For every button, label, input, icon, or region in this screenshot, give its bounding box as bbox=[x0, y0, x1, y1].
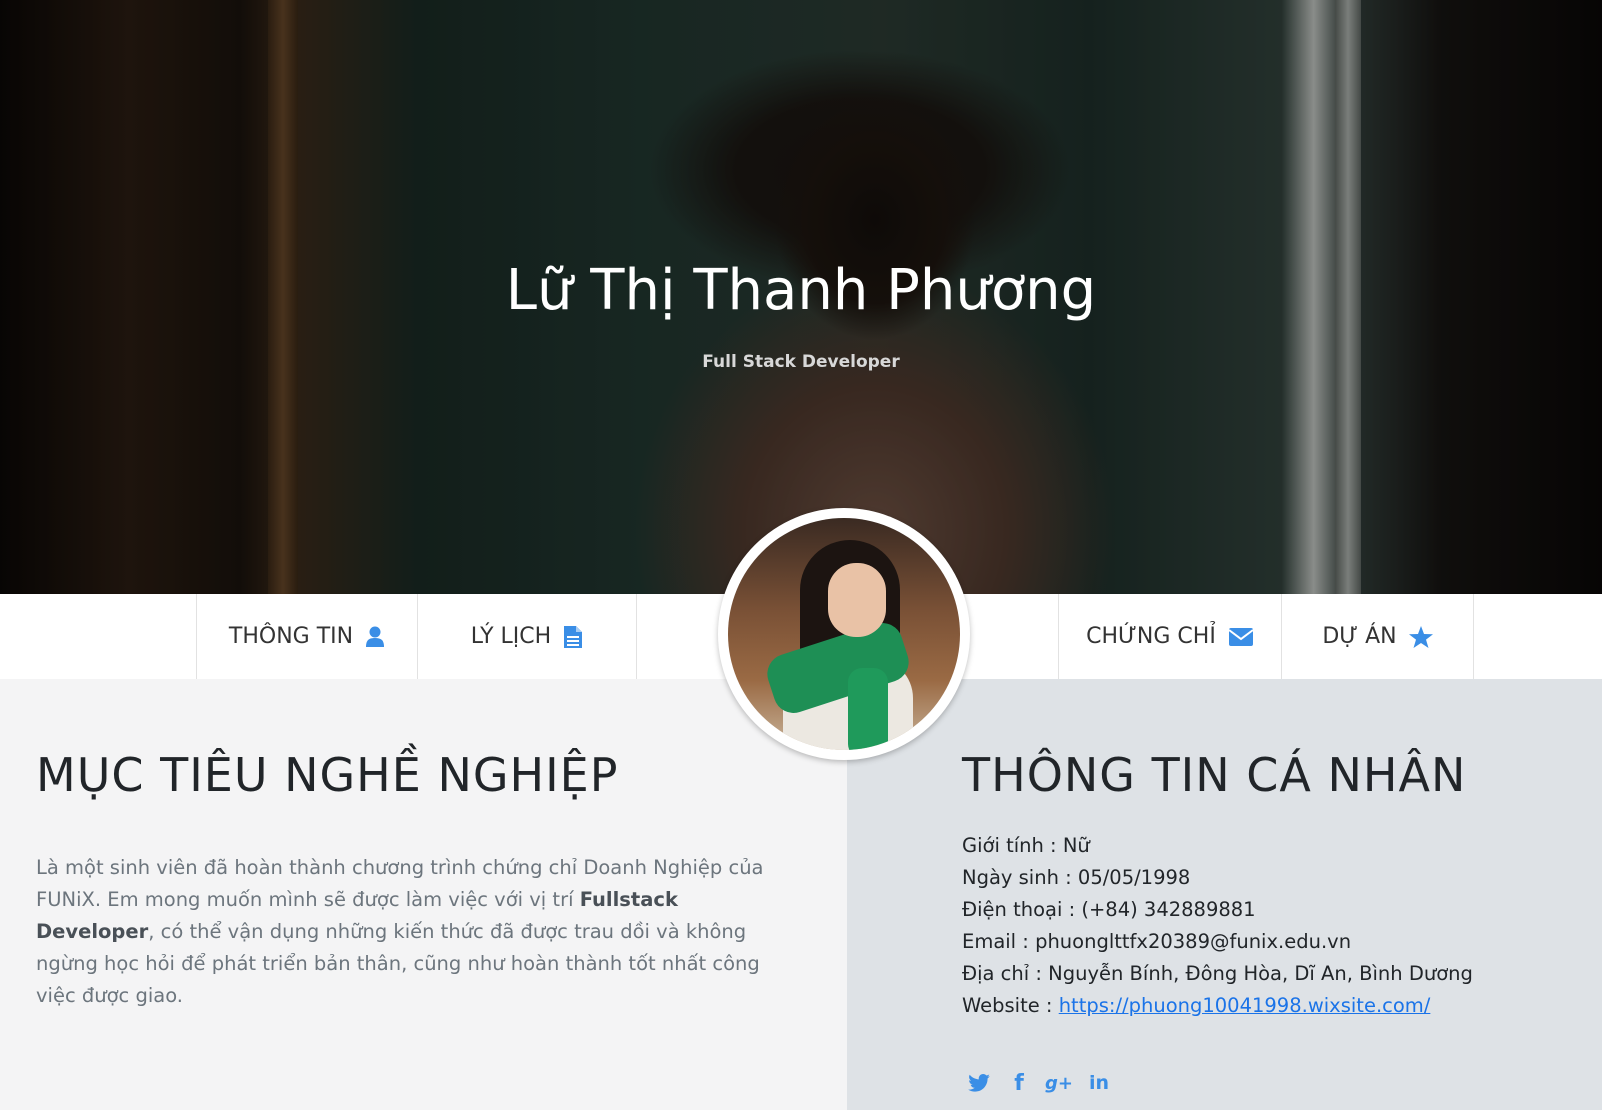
linkedin-icon[interactable]: in bbox=[1086, 1070, 1112, 1096]
hero-banner: Lữ Thị Thanh Phương Full Stack Developer bbox=[0, 0, 1602, 594]
info-address: Địa chỉ : Nguyễn Bính, Đông Hòa, Dĩ An, … bbox=[962, 962, 1473, 985]
info-gender: Giới tính : Nữ bbox=[962, 834, 1090, 857]
info-website: Website : https://phuong10041998.wixsite… bbox=[962, 994, 1431, 1017]
file-icon bbox=[563, 625, 583, 649]
nav-item-du-an[interactable]: DỰ ÁN bbox=[1281, 594, 1474, 679]
career-title: MỤC TIÊU NGHỀ NGHIỆP bbox=[36, 748, 619, 802]
profile-avatar bbox=[718, 508, 970, 760]
profile-photo bbox=[728, 518, 960, 750]
hero-role: Full Stack Developer bbox=[702, 352, 900, 372]
envelope-icon bbox=[1228, 627, 1254, 647]
twitter-icon[interactable] bbox=[966, 1070, 992, 1096]
nav-item-label: THÔNG TIN bbox=[228, 624, 354, 649]
nav-item-ly-lich[interactable]: LÝ LỊCH bbox=[417, 594, 637, 679]
hero-name: Lữ Thị Thanh Phương bbox=[505, 258, 1097, 323]
star-icon bbox=[1408, 625, 1433, 648]
google-plus-icon[interactable]: g+ bbox=[1045, 1070, 1073, 1096]
nav-item-label: DỰ ÁN bbox=[1322, 624, 1397, 649]
info-birthday: Ngày sinh : 05/05/1998 bbox=[962, 866, 1191, 889]
nav-item-label: LÝ LỊCH bbox=[470, 624, 552, 649]
info-phone: Điện thoại : (+84) 342889881 bbox=[962, 898, 1256, 921]
social-links: f g+ in bbox=[966, 1070, 1112, 1096]
nav-item-thong-tin[interactable]: THÔNG TIN bbox=[196, 594, 417, 679]
nav-item-label: CHỨNG CHỈ bbox=[1086, 624, 1216, 649]
career-text: Là một sinh viên đã hoàn thành chương tr… bbox=[36, 855, 764, 1007]
info-email: Email : phuonglttfx20389@funix.edu.vn bbox=[962, 930, 1352, 953]
facebook-icon[interactable]: f bbox=[1006, 1070, 1032, 1096]
personal-info-list: Giới tính : Nữ Ngày sinh : 05/05/1998 Đi… bbox=[962, 830, 1473, 1022]
nav-item-chung-chi[interactable]: CHỨNG CHỈ bbox=[1058, 594, 1281, 679]
user-icon bbox=[365, 626, 385, 648]
personal-info-title: THÔNG TIN CÁ NHÂN bbox=[962, 748, 1467, 802]
website-link[interactable]: https://phuong10041998.wixsite.com/ bbox=[1059, 994, 1431, 1017]
